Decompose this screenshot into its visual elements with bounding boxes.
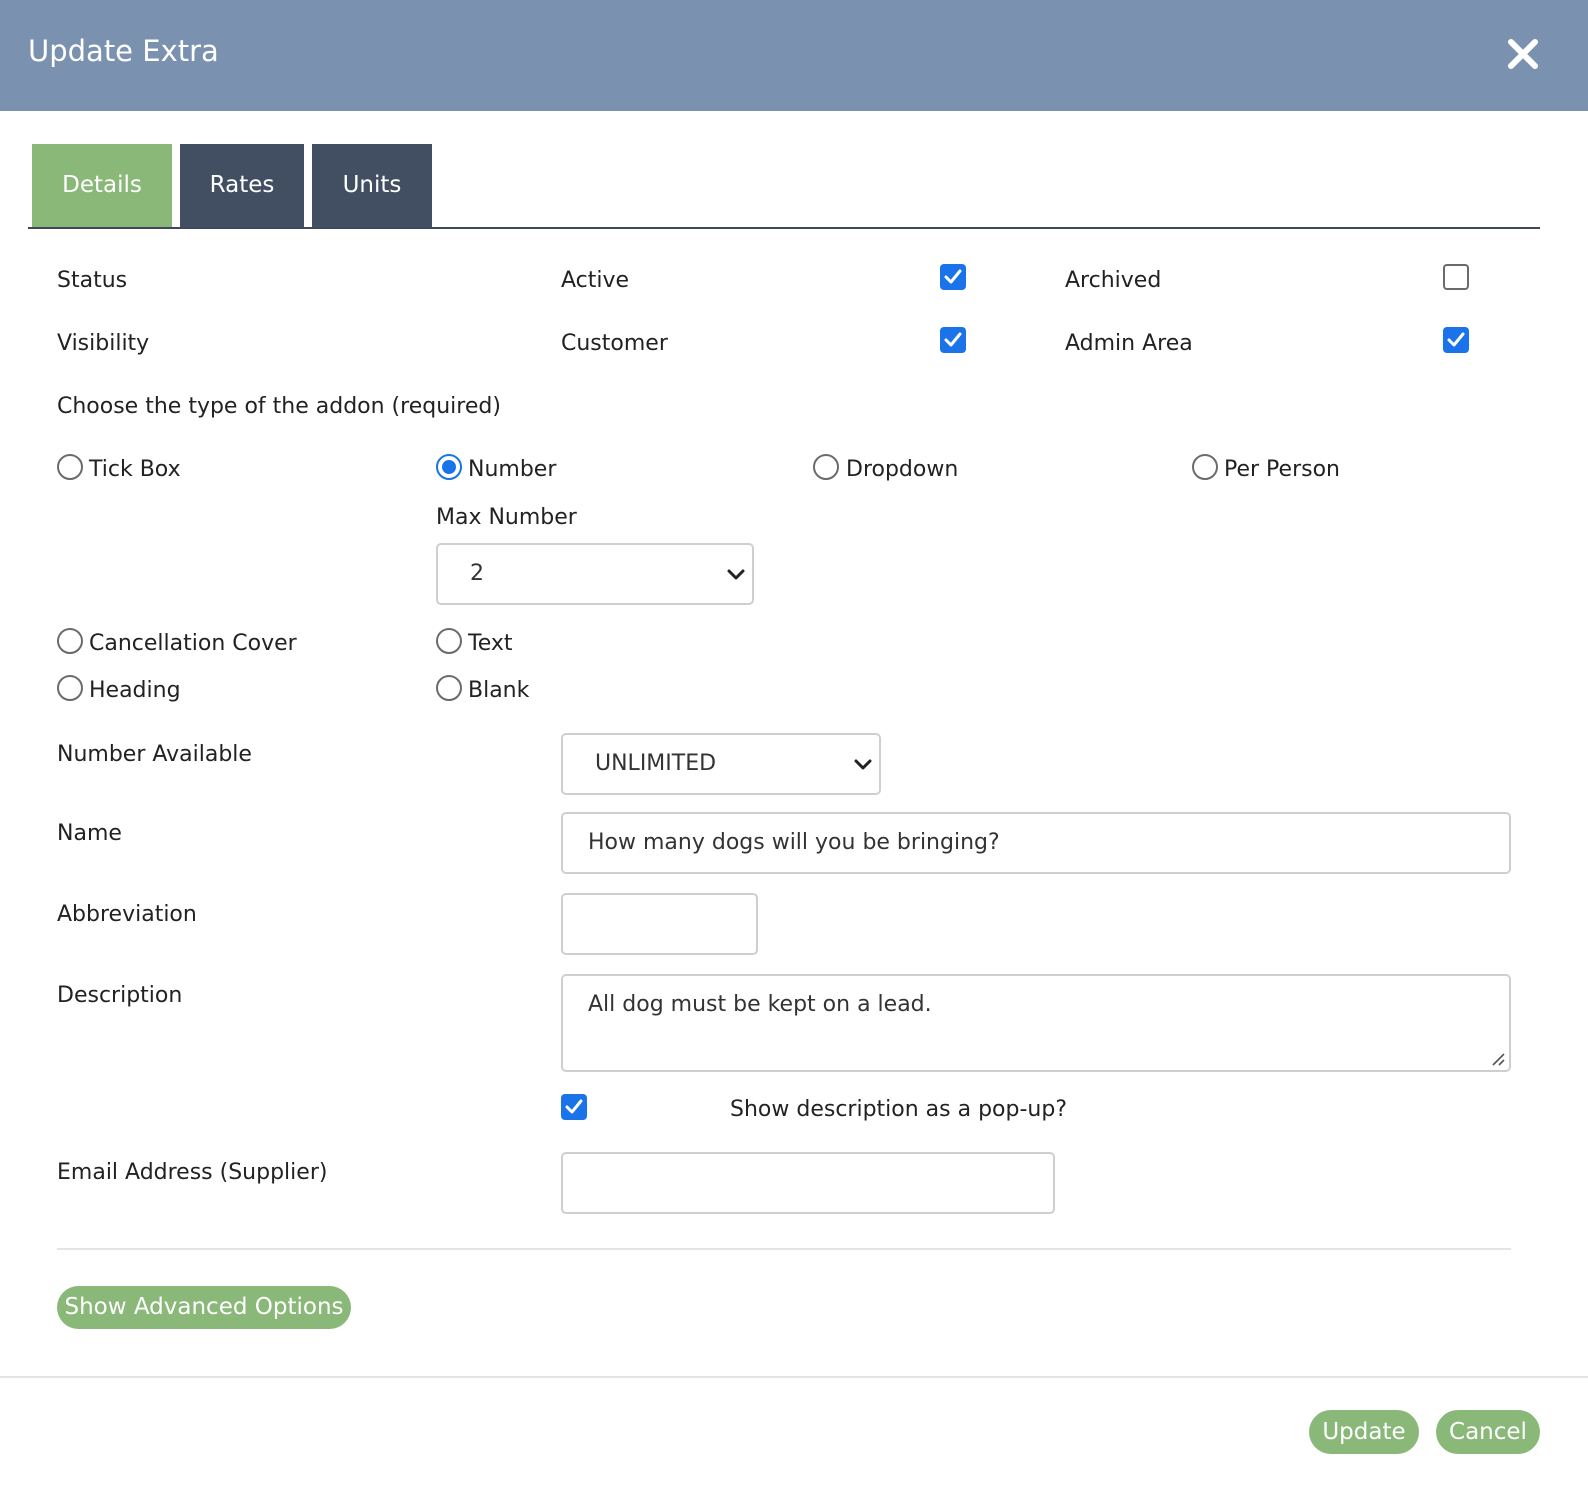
radio-heading[interactable] [57,675,83,701]
radio-cancellation-cover[interactable] [57,628,83,654]
dropdown-label: Dropdown [846,457,959,482]
checkmark-icon [1447,332,1465,347]
update-button[interactable]: Update [1309,1410,1419,1454]
max-number-select[interactable]: 2 [436,543,754,605]
customer-label: Customer [561,331,668,356]
active-label: Active [561,268,630,293]
abbreviation-input[interactable] [561,893,758,955]
modal-title: Update Extra [28,34,219,68]
heading-label: Heading [89,678,181,703]
description-label: Description [57,983,183,1008]
number-available-label: Number Available [57,742,252,767]
status-label: Status [57,268,128,293]
customer-checkbox[interactable] [940,327,966,353]
email-supplier-label: Email Address (Supplier) [57,1160,328,1185]
name-value: How many dogs will you be bringing? [588,830,1000,855]
chevron-down-icon [727,569,745,580]
checkmark-icon [944,269,962,284]
admin-area-checkbox[interactable] [1443,327,1469,353]
tab-units[interactable]: Units [312,144,432,227]
tab-rates[interactable]: Rates [180,144,304,227]
number-label: Number [468,457,557,482]
radio-blank[interactable] [436,675,462,701]
max-number-label: Max Number [436,505,577,530]
chevron-down-icon [854,759,872,770]
name-input[interactable]: How many dogs will you be bringing? [561,812,1511,874]
max-number-value: 2 [470,561,484,586]
tick-box-label: Tick Box [89,457,181,482]
tab-details[interactable]: Details [32,144,172,227]
active-checkbox[interactable] [940,264,966,290]
description-textarea[interactable]: All dog must be kept on a lead. [561,974,1511,1072]
archived-label: Archived [1065,268,1162,293]
popup-label: Show description as a pop-up? [730,1097,1067,1122]
email-supplier-input[interactable] [561,1152,1055,1214]
addon-type-prompt: Choose the type of the addon (required) [57,394,501,419]
show-advanced-options-button[interactable]: Show Advanced Options [57,1286,351,1329]
cancellation-cover-label: Cancellation Cover [89,631,297,656]
radio-text[interactable] [436,628,462,654]
text-label: Text [468,631,513,656]
cancel-button[interactable]: Cancel [1436,1410,1540,1454]
checkmark-icon [944,332,962,347]
radio-per-person[interactable] [1192,454,1218,480]
per-person-label: Per Person [1224,457,1340,482]
archived-checkbox[interactable] [1443,264,1469,290]
radio-number[interactable] [436,454,462,480]
name-label: Name [57,821,122,846]
number-available-value: UNLIMITED [595,751,717,776]
visibility-label: Visibility [57,331,150,356]
tab-bar: Details Rates Units [28,144,1540,229]
close-icon[interactable] [1505,36,1541,72]
abbreviation-label: Abbreviation [57,902,197,927]
admin-area-label: Admin Area [1065,331,1193,356]
number-available-select[interactable]: UNLIMITED [561,733,881,795]
footer-divider [0,1376,1588,1378]
resize-handle-icon[interactable] [1489,1050,1505,1066]
blank-label: Blank [468,678,530,703]
description-value: All dog must be kept on a lead. [588,992,932,1017]
radio-tick-box[interactable] [57,454,83,480]
radio-dropdown[interactable] [813,454,839,480]
popup-checkbox[interactable] [561,1094,587,1120]
modal-header: Update Extra [0,0,1588,111]
section-divider [57,1248,1511,1250]
checkmark-icon [565,1099,583,1114]
